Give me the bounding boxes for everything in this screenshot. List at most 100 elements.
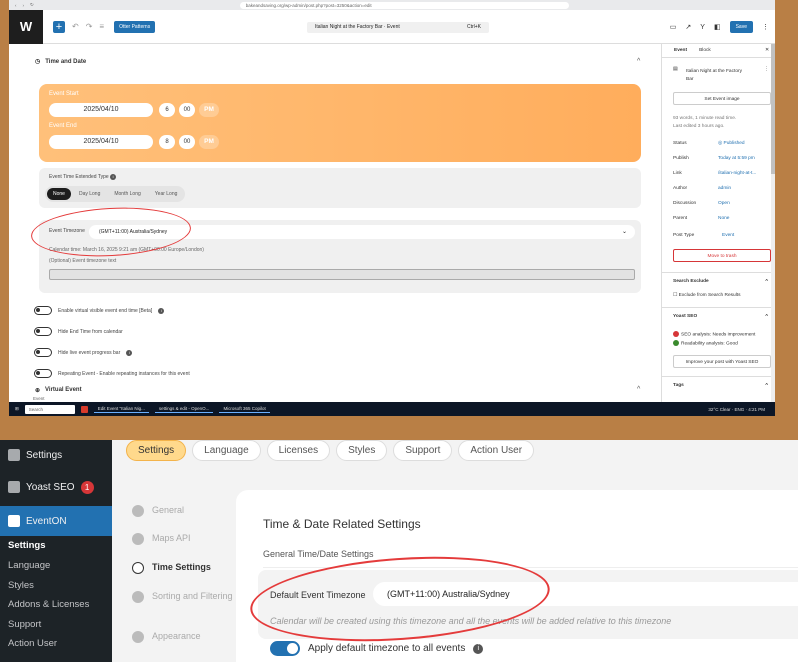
apply-timezone-toggle[interactable] <box>270 641 300 656</box>
link-value[interactable]: /italian-night-at-t... <box>718 171 756 176</box>
collapse-chevron-icon[interactable]: ^ <box>637 386 640 393</box>
more-options-icon[interactable]: ⋮ <box>764 67 769 72</box>
back-icon[interactable]: ‹ <box>15 3 17 8</box>
author-value[interactable]: admin <box>718 186 731 191</box>
tab-action-user[interactable]: Action User <box>458 440 535 461</box>
info-icon[interactable]: i <box>473 643 484 654</box>
end-minute-field[interactable]: 00 <box>179 135 195 149</box>
add-block-button[interactable]: + <box>53 20 65 33</box>
nav-appearance[interactable]: Appearance <box>132 631 242 643</box>
toggle-switch[interactable] <box>34 327 52 336</box>
start-minute-field[interactable]: 00 <box>179 103 195 117</box>
tab-licenses[interactable]: Licenses <box>266 440 331 461</box>
forward-icon[interactable]: › <box>23 3 25 8</box>
ext-option-month-long[interactable]: Month Long <box>108 188 146 200</box>
yoast-section[interactable]: Yoast SEO ^ <box>662 307 775 325</box>
save-button[interactable]: Save <box>729 21 753 33</box>
nav-general[interactable]: General <box>132 505 242 517</box>
more-options-icon[interactable]: ⋮ <box>762 23 769 31</box>
tab-support[interactable]: Support <box>393 440 453 461</box>
check-icon: ◎ <box>718 141 723 146</box>
info-icon[interactable]: i <box>158 307 165 314</box>
publish-value[interactable]: Today at 5:59 pm <box>718 156 755 161</box>
event-timezone-select[interactable]: (GMT+11:00) Australia/Sydney ⌄ <box>89 225 635 239</box>
undo-icon[interactable]: ↶ <box>72 22 79 31</box>
improve-yoast-button[interactable]: Improve your post with Yoast SEO <box>673 355 771 368</box>
exclude-checkbox[interactable]: ☐ Exclude from Search Results <box>673 293 741 298</box>
close-icon[interactable]: ✕ <box>765 48 769 53</box>
settings-icon[interactable]: ◧ <box>714 23 721 31</box>
ext-option-none[interactable]: None <box>47 188 71 200</box>
link-label: Link <box>673 171 682 176</box>
taskbar-app-browser[interactable]: Edit Event "Italian Nig... <box>93 405 149 413</box>
start-hour-field[interactable]: 6 <box>159 103 175 117</box>
redo-icon[interactable]: ↷ <box>86 22 93 31</box>
ext-option-day-long[interactable]: Day Long <box>73 188 106 200</box>
submenu-language[interactable]: Language <box>8 560 50 571</box>
search-exclude-section[interactable]: Search Exclude ^ <box>662 272 775 290</box>
taskbar-app-editor[interactable]: settings & edit - OpenO... <box>154 405 214 413</box>
time-date-section-header[interactable]: ◷ Time and Date <box>35 58 86 66</box>
admin-menu-eventon[interactable]: EventON <box>0 506 112 536</box>
scrollbar-thumb[interactable] <box>771 44 775 174</box>
address-bar[interactable]: bakeandsaving.org/wp-admin/post.php?post… <box>239 1 569 9</box>
list-view-icon[interactable]: ≡ <box>99 22 104 31</box>
toggle-row[interactable]: Hide live event progress bar i <box>34 342 190 363</box>
default-timezone-select[interactable]: (GMT+11:00) Australia/Sydney <box>373 582 798 606</box>
toggle-row[interactable]: Hide End Time from calendar <box>34 321 190 342</box>
reload-icon[interactable]: ↻ <box>30 2 34 8</box>
chevron-down-icon: ⌄ <box>621 229 627 235</box>
document-title-bar[interactable]: Italian Night at the Factory Bar · Event… <box>307 22 489 33</box>
nav-sorting[interactable]: Sorting and Filtering <box>132 591 242 603</box>
virtual-event-header[interactable]: ⊕ Virtual Event <box>35 387 82 394</box>
move-to-trash-button[interactable]: Move to trash <box>673 249 771 262</box>
tab-event[interactable]: Event <box>674 48 687 53</box>
toggle-row[interactable]: Enable virtual visible event end time [B… <box>34 300 190 321</box>
nav-maps-api[interactable]: Maps API <box>132 533 242 545</box>
wordpress-logo-icon[interactable]: W <box>9 9 43 44</box>
submenu-addons[interactable]: Addons & Licenses <box>8 599 89 610</box>
apply-timezone-row[interactable]: Apply default timezone to all events i <box>270 641 484 656</box>
end-date-field[interactable]: 2025/04/10 <box>49 135 153 149</box>
toggle-row[interactable]: Repeating Event - Enable repeating insta… <box>34 363 190 384</box>
set-image-button[interactable]: Set Event image <box>673 92 771 105</box>
toggle-switch[interactable] <box>34 306 52 315</box>
taskbar-app-copilot[interactable]: Microsoft 365 Copilot <box>219 405 270 413</box>
collapse-chevron-icon[interactable]: ^ <box>637 58 640 65</box>
tab-block[interactable]: Block <box>699 48 711 53</box>
taskbar-search[interactable]: Search <box>24 404 75 414</box>
end-hour-field[interactable]: 8 <box>159 135 175 149</box>
yoast-icon[interactable]: Y <box>700 24 705 31</box>
otter-patterns-button[interactable]: Otter Patterns <box>114 20 156 33</box>
toggle-switch[interactable] <box>34 369 52 378</box>
scrollbar[interactable] <box>771 44 775 402</box>
parent-value[interactable]: None <box>718 216 729 221</box>
post-type-value[interactable]: Event <box>722 233 734 238</box>
windows-start-icon[interactable]: ⊞ <box>15 406 19 412</box>
tab-settings[interactable]: Settings <box>126 440 187 461</box>
submenu-settings[interactable]: Settings <box>8 540 45 551</box>
preview-icon[interactable]: ▭ <box>670 23 677 31</box>
start-ampm-toggle[interactable]: PM <box>199 103 219 117</box>
app-icon[interactable] <box>80 405 88 413</box>
ext-option-year-long[interactable]: Year Long <box>149 188 184 200</box>
end-ampm-toggle[interactable]: PM <box>199 135 219 149</box>
toggle-switch[interactable] <box>34 348 52 357</box>
start-date-field[interactable]: 2025/04/10 <box>49 103 153 117</box>
chevron-up-icon: ^ <box>765 314 768 319</box>
optional-tz-input[interactable] <box>49 269 635 280</box>
tab-styles[interactable]: Styles <box>336 440 388 461</box>
admin-menu-yoast[interactable]: Yoast SEO 1 <box>0 472 112 502</box>
external-link-icon[interactable]: ↗ <box>685 23 691 31</box>
submenu-support[interactable]: Support <box>8 619 41 630</box>
submenu-action-user[interactable]: Action User <box>8 638 57 649</box>
nav-time-settings[interactable]: Time Settings <box>132 562 242 574</box>
submenu-styles[interactable]: Styles <box>8 580 34 591</box>
tab-language[interactable]: Language <box>192 440 261 461</box>
discussion-value[interactable]: Open <box>718 201 730 206</box>
info-icon[interactable]: i <box>126 349 133 356</box>
tags-section[interactable]: Tags ^ <box>662 376 775 394</box>
info-icon[interactable]: i <box>110 174 117 180</box>
admin-menu-settings[interactable]: Settings <box>0 440 112 470</box>
status-value[interactable]: ◎ Published <box>718 141 745 146</box>
